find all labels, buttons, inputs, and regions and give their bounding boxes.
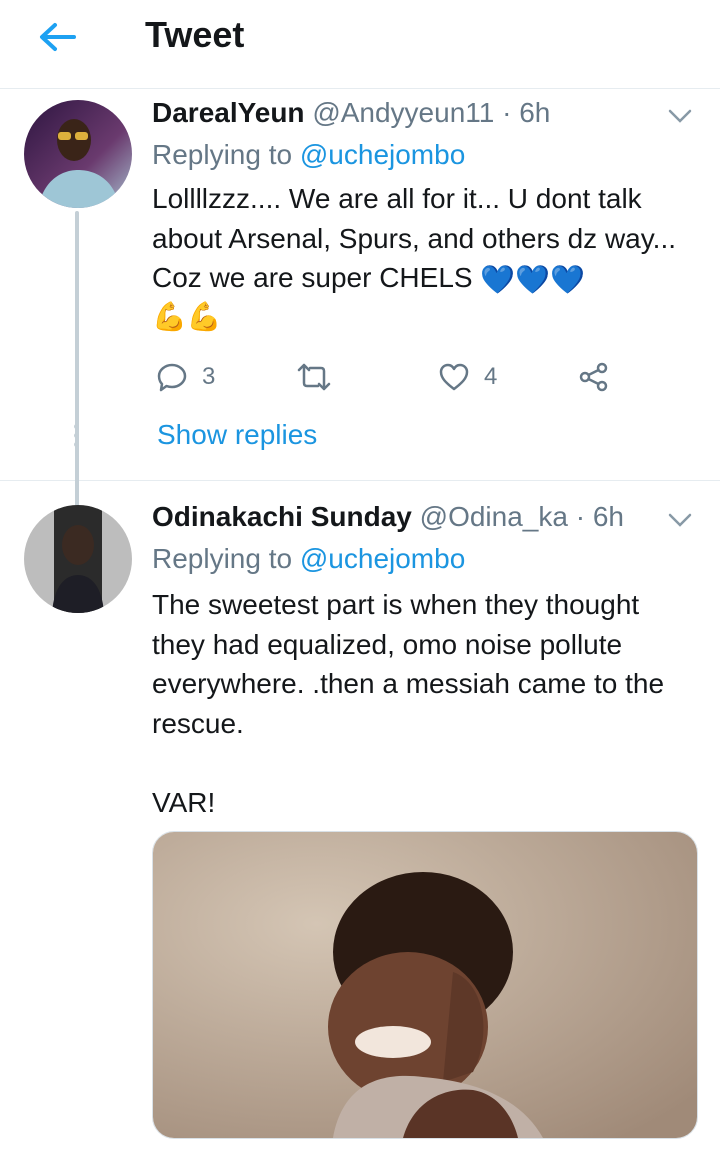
- chevron-down-icon: [668, 109, 692, 123]
- tweet-text: The sweetest part is when they thought t…: [152, 589, 665, 739]
- avatar[interactable]: [24, 100, 132, 208]
- flex-emojis: 💪💪: [152, 301, 222, 332]
- retweet-button[interactable]: [296, 357, 332, 397]
- tweet-header: DarealYeun @Andyyeun11 · 6h: [152, 97, 550, 129]
- handle[interactable]: @Andyyeun11: [312, 97, 494, 128]
- reply-count: 3: [202, 363, 216, 390]
- tweet-media-image[interactable]: [152, 831, 698, 1139]
- tweet-actions: 3 4: [152, 357, 672, 397]
- reply-button[interactable]: 3: [156, 357, 215, 397]
- heart-icon: [439, 363, 469, 391]
- share-button[interactable]: [578, 357, 610, 397]
- timestamp: · 6h: [575, 501, 624, 532]
- tweet-text-footer: VAR!: [152, 787, 216, 818]
- replying-to-link[interactable]: @uchejombo: [300, 139, 465, 170]
- replying-to: Replying to @uchejombo: [152, 543, 466, 574]
- reply-icon: [157, 363, 187, 392]
- top-bar: Tweet: [0, 0, 720, 89]
- tweet[interactable]: Odinakachi Sunday @Odina_ka · 6h Replyin…: [0, 481, 720, 1162]
- replying-to-link[interactable]: @uchejombo: [300, 543, 465, 574]
- display-name[interactable]: DarealYeun: [152, 97, 305, 128]
- share-icon: [579, 362, 608, 392]
- retweet-icon: [297, 363, 331, 391]
- thread-line: [75, 211, 79, 507]
- tweet-header: Odinakachi Sunday @Odina_ka · 6h: [152, 501, 624, 533]
- handle[interactable]: @Odina_ka: [420, 501, 568, 532]
- replying-to: Replying to @uchejombo: [152, 139, 466, 170]
- show-replies-link[interactable]: Show replies: [157, 419, 317, 451]
- arrow-left-icon: [40, 23, 76, 51]
- tweet-menu-button[interactable]: [666, 511, 694, 529]
- chevron-down-icon: [668, 513, 692, 527]
- back-button[interactable]: [34, 18, 82, 58]
- timestamp: · 6h: [502, 97, 551, 128]
- page-title: Tweet: [145, 14, 245, 55]
- tweet[interactable]: DarealYeun @Andyyeun11 · 6h Replying to …: [0, 89, 720, 507]
- like-button[interactable]: 4: [438, 357, 497, 397]
- avatar[interactable]: [24, 505, 132, 613]
- tweet-text: Lollllzzz.... We are all for it... U don…: [152, 179, 702, 299]
- tweet-menu-button[interactable]: [666, 107, 694, 125]
- like-count: 4: [484, 363, 498, 390]
- thread-dots: [73, 424, 81, 451]
- blue-heart-emojis: 💙💙💙: [480, 263, 585, 295]
- display-name[interactable]: Odinakachi Sunday: [152, 501, 412, 532]
